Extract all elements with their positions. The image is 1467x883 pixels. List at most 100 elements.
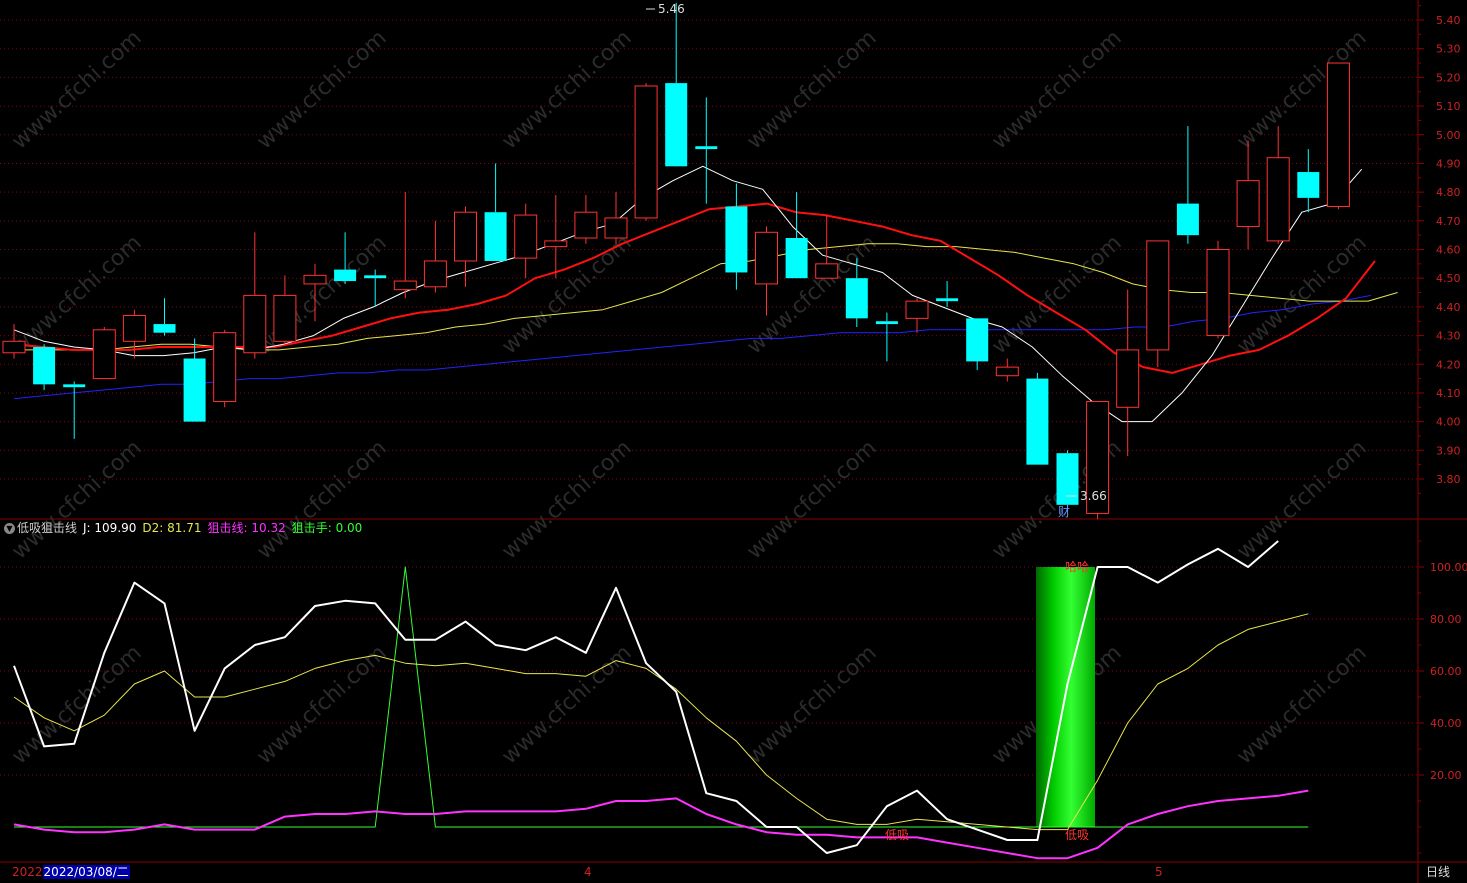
candle[interactable] <box>936 281 959 307</box>
candle[interactable] <box>122 309 146 359</box>
event-marker[interactable]: 财 <box>1058 505 1070 519</box>
period-tab-daily[interactable]: 日线 <box>1426 864 1450 880</box>
candle-body-down <box>725 206 748 273</box>
candle[interactable] <box>364 269 387 307</box>
watermark-text: www.cfchi.com <box>1232 231 1371 360</box>
candle[interactable] <box>213 329 237 408</box>
candle-body-up <box>122 314 146 342</box>
candles[interactable] <box>2 2 1350 520</box>
candle-body-down <box>966 318 989 362</box>
candle[interactable] <box>33 344 56 391</box>
date-axis-label: 20222022/03/08/二 <box>12 864 130 880</box>
price-tick-label-7: 4.70 <box>1436 215 1461 228</box>
candle-body-down <box>1056 453 1079 505</box>
candle-body-down <box>33 347 56 385</box>
candle[interactable] <box>966 318 989 370</box>
j-value: J: 109.90 <box>83 521 137 535</box>
candle[interactable] <box>1056 450 1079 508</box>
candle-body-up <box>2 340 26 354</box>
candle-body-down <box>1026 378 1049 465</box>
candle[interactable] <box>665 2 688 167</box>
candle[interactable] <box>725 183 748 290</box>
candle-body-down <box>153 324 176 333</box>
candle[interactable] <box>243 232 267 359</box>
d2-value: D2: 81.71 <box>142 521 202 535</box>
price-tick-label-12: 4.20 <box>1436 358 1461 371</box>
price-tick-label-11: 4.30 <box>1436 330 1461 343</box>
candle-body-up <box>815 263 839 279</box>
candle[interactable] <box>695 97 718 204</box>
candle-body-down <box>484 212 507 261</box>
candle[interactable] <box>1266 126 1290 244</box>
candle[interactable] <box>1206 240 1230 339</box>
candle[interactable] <box>153 298 176 336</box>
candle-body-down <box>665 83 688 167</box>
candle[interactable] <box>785 192 808 279</box>
signal-low-label: 低吸 <box>1065 828 1089 842</box>
snipe-line <box>13 789 1309 860</box>
candle[interactable] <box>1326 62 1350 210</box>
candle[interactable] <box>454 206 477 287</box>
watermark-text: www.cfchi.com <box>1232 436 1371 565</box>
candle[interactable] <box>514 203 538 279</box>
cursor-date: 2022/03/08/二 <box>42 865 130 879</box>
indicator-lines <box>13 540 1309 860</box>
watermark-text: www.cfchi.com <box>252 641 391 770</box>
candle-body-up <box>544 240 568 248</box>
candle-body-down <box>63 384 86 388</box>
candle[interactable] <box>875 312 898 362</box>
candle-body-up <box>1116 349 1140 408</box>
candle[interactable] <box>273 275 297 345</box>
price-tick-label-15: 3.90 <box>1436 444 1461 457</box>
candle[interactable] <box>484 163 507 261</box>
candle[interactable] <box>393 192 417 299</box>
watermark-text: www.cfchi.com <box>252 26 391 155</box>
price-tick-label-3: 5.10 <box>1436 100 1461 113</box>
candle-body-up <box>634 85 658 219</box>
ind-tick-label-2: 60.00 <box>1430 665 1462 678</box>
ind-tick-label-1: 80.00 <box>1430 613 1462 626</box>
price-tick-label-8: 4.60 <box>1436 244 1461 257</box>
candle[interactable] <box>634 83 658 221</box>
price-tick-label-4: 5.00 <box>1436 129 1461 142</box>
price-tick-label-2: 5.20 <box>1436 71 1461 84</box>
watermark-text: www.cfchi.com <box>497 26 636 155</box>
collapse-icon[interactable]: ▼ <box>4 523 15 534</box>
candle[interactable] <box>1116 289 1140 457</box>
candle[interactable] <box>995 358 1019 382</box>
ind-tick-label-4: 20.00 <box>1430 769 1462 782</box>
candle[interactable] <box>1026 372 1049 465</box>
high-price-label: 5.46 <box>658 2 685 16</box>
year-label: 2022 <box>12 865 43 879</box>
candle[interactable] <box>574 194 598 244</box>
candle[interactable] <box>423 220 447 293</box>
candle-body-down <box>183 358 206 422</box>
ind-tick-label-0: 100.00 <box>1430 561 1467 574</box>
price-tick-label-0: 5.40 <box>1436 14 1461 27</box>
candle[interactable] <box>1297 149 1320 213</box>
candle-body-down <box>695 146 718 150</box>
candle[interactable] <box>92 326 116 380</box>
candle[interactable] <box>1146 240 1170 368</box>
sniper-hand-value: 狙击手: 0.00 <box>291 521 363 535</box>
watermark-text: www.cfchi.com <box>1232 26 1371 155</box>
price-tick-label-14: 4.00 <box>1436 416 1461 429</box>
candle[interactable] <box>63 381 86 439</box>
candle[interactable] <box>1236 140 1260 250</box>
candle[interactable] <box>905 298 929 333</box>
candle-body-down <box>875 321 898 325</box>
candle-body-up <box>514 214 538 259</box>
stock-chart[interactable]: www.cfchi.com www.cfchi.com www.cfchi.com w… <box>0 0 1467 883</box>
candle[interactable] <box>1176 126 1199 244</box>
indicator-name[interactable]: 低吸狙击线 <box>17 521 77 535</box>
low-price-label: 3.66 <box>1080 489 1107 503</box>
price-tick-label-9: 4.50 <box>1436 272 1461 285</box>
candle[interactable] <box>604 192 628 244</box>
watermark: www.cfchi.com www.cfchi.com www.cfchi.com w… <box>7 26 1371 770</box>
candle-body-up <box>1326 62 1350 207</box>
candle[interactable] <box>544 194 568 279</box>
price-tick-label-1: 5.30 <box>1436 43 1461 56</box>
candle[interactable] <box>755 226 778 316</box>
candle-body-down <box>785 238 808 279</box>
ind-tick-label-3: 40.00 <box>1430 717 1462 730</box>
